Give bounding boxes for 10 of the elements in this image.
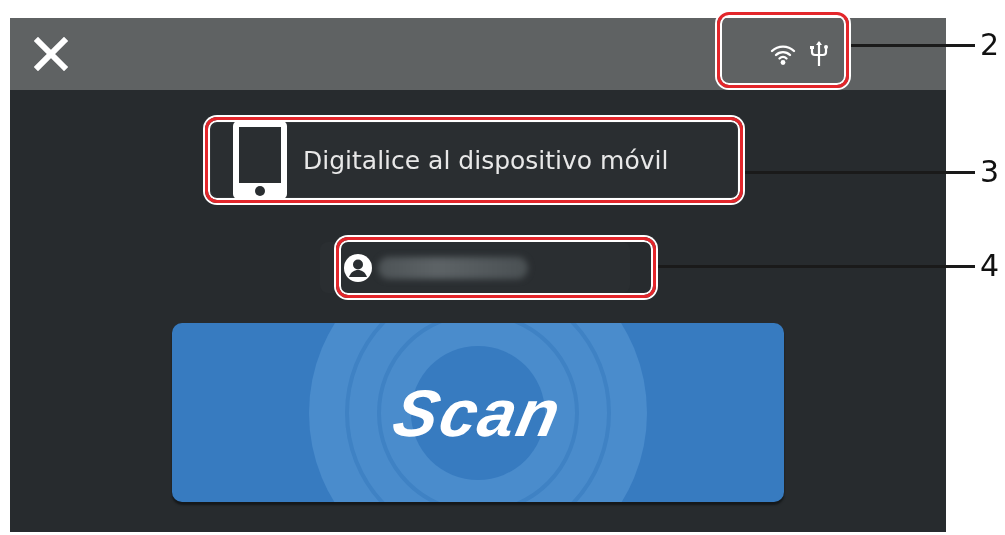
- usb-icon: [810, 41, 828, 67]
- scan-button[interactable]: Scan: [172, 323, 784, 502]
- mobile-scan-button[interactable]: Digitalice al dispositivo móvil: [210, 122, 738, 198]
- person-icon: [344, 253, 372, 282]
- wifi-icon: [770, 43, 796, 65]
- close-icon[interactable]: [34, 37, 68, 71]
- callout-number: 3: [980, 157, 1000, 187]
- callout-number: 4: [980, 251, 1000, 281]
- callout-number: 2: [980, 30, 1000, 60]
- phone-icon: [233, 121, 287, 199]
